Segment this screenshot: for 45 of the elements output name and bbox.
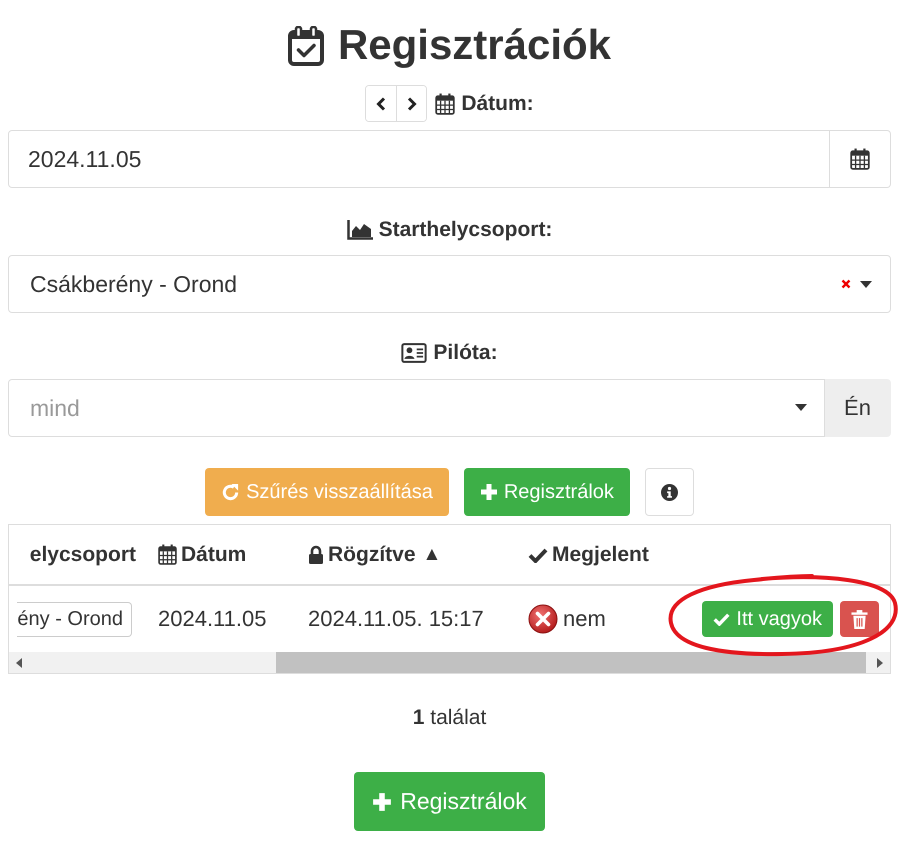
sort-indicator: ▲ — [422, 544, 442, 566]
chevron-right-icon — [406, 96, 417, 110]
check-icon — [528, 546, 548, 562]
trash-icon — [851, 610, 868, 628]
column-header[interactable]: elycsoport — [30, 542, 136, 566]
check-icon — [713, 612, 730, 626]
date-label: Dátum: — [461, 90, 534, 116]
area-chart-icon — [346, 220, 373, 240]
info-icon — [660, 484, 678, 500]
delete-button[interactable] — [840, 601, 879, 637]
left-arrow-icon[interactable] — [16, 658, 22, 668]
calendar-icon — [435, 92, 456, 114]
plus-icon — [372, 792, 392, 812]
scrollbar-thumb[interactable] — [276, 652, 866, 673]
pilot-select[interactable]: mind — [8, 379, 825, 437]
calendar-button[interactable] — [830, 130, 891, 188]
site-badge: ény - Orond — [17, 602, 132, 636]
column-header[interactable]: Dátum — [181, 542, 246, 566]
chevron-left-icon — [376, 96, 386, 110]
info-button[interactable] — [644, 468, 694, 516]
site-select[interactable]: Csákberény - Orond — [8, 255, 891, 313]
right-arrow-icon[interactable] — [877, 658, 883, 668]
caret-icon[interactable] — [795, 404, 807, 411]
plus-icon — [480, 483, 498, 501]
status-text: nem — [563, 606, 606, 632]
refresh-icon — [221, 482, 240, 502]
pilot-label: Pilóta: — [433, 340, 498, 366]
column-header[interactable]: Megjelent — [552, 542, 649, 566]
site-group-label: Starthelycsoport: — [378, 217, 552, 243]
result-count: 1 találat — [412, 706, 486, 730]
page-title: Regisztrációk — [338, 21, 612, 69]
date-cell: 2024.11.05 — [158, 606, 266, 632]
me-button[interactable]: Én — [825, 379, 891, 437]
id-card-icon — [401, 343, 428, 363]
calendar-icon — [158, 544, 177, 565]
date-input[interactable]: 2024.11.05 — [8, 130, 830, 188]
clear-icon[interactable] — [841, 279, 851, 289]
recorded-cell: 2024.11.05. 15:17 — [308, 606, 484, 632]
next-button[interactable] — [396, 86, 426, 121]
horizontal-scrollbar[interactable] — [9, 652, 890, 673]
calendar-icon — [850, 148, 870, 170]
column-header[interactable]: Rögzítve — [328, 542, 416, 566]
lock-icon — [308, 544, 324, 564]
caret-icon — [860, 280, 872, 288]
calendar-check-icon — [288, 26, 324, 66]
